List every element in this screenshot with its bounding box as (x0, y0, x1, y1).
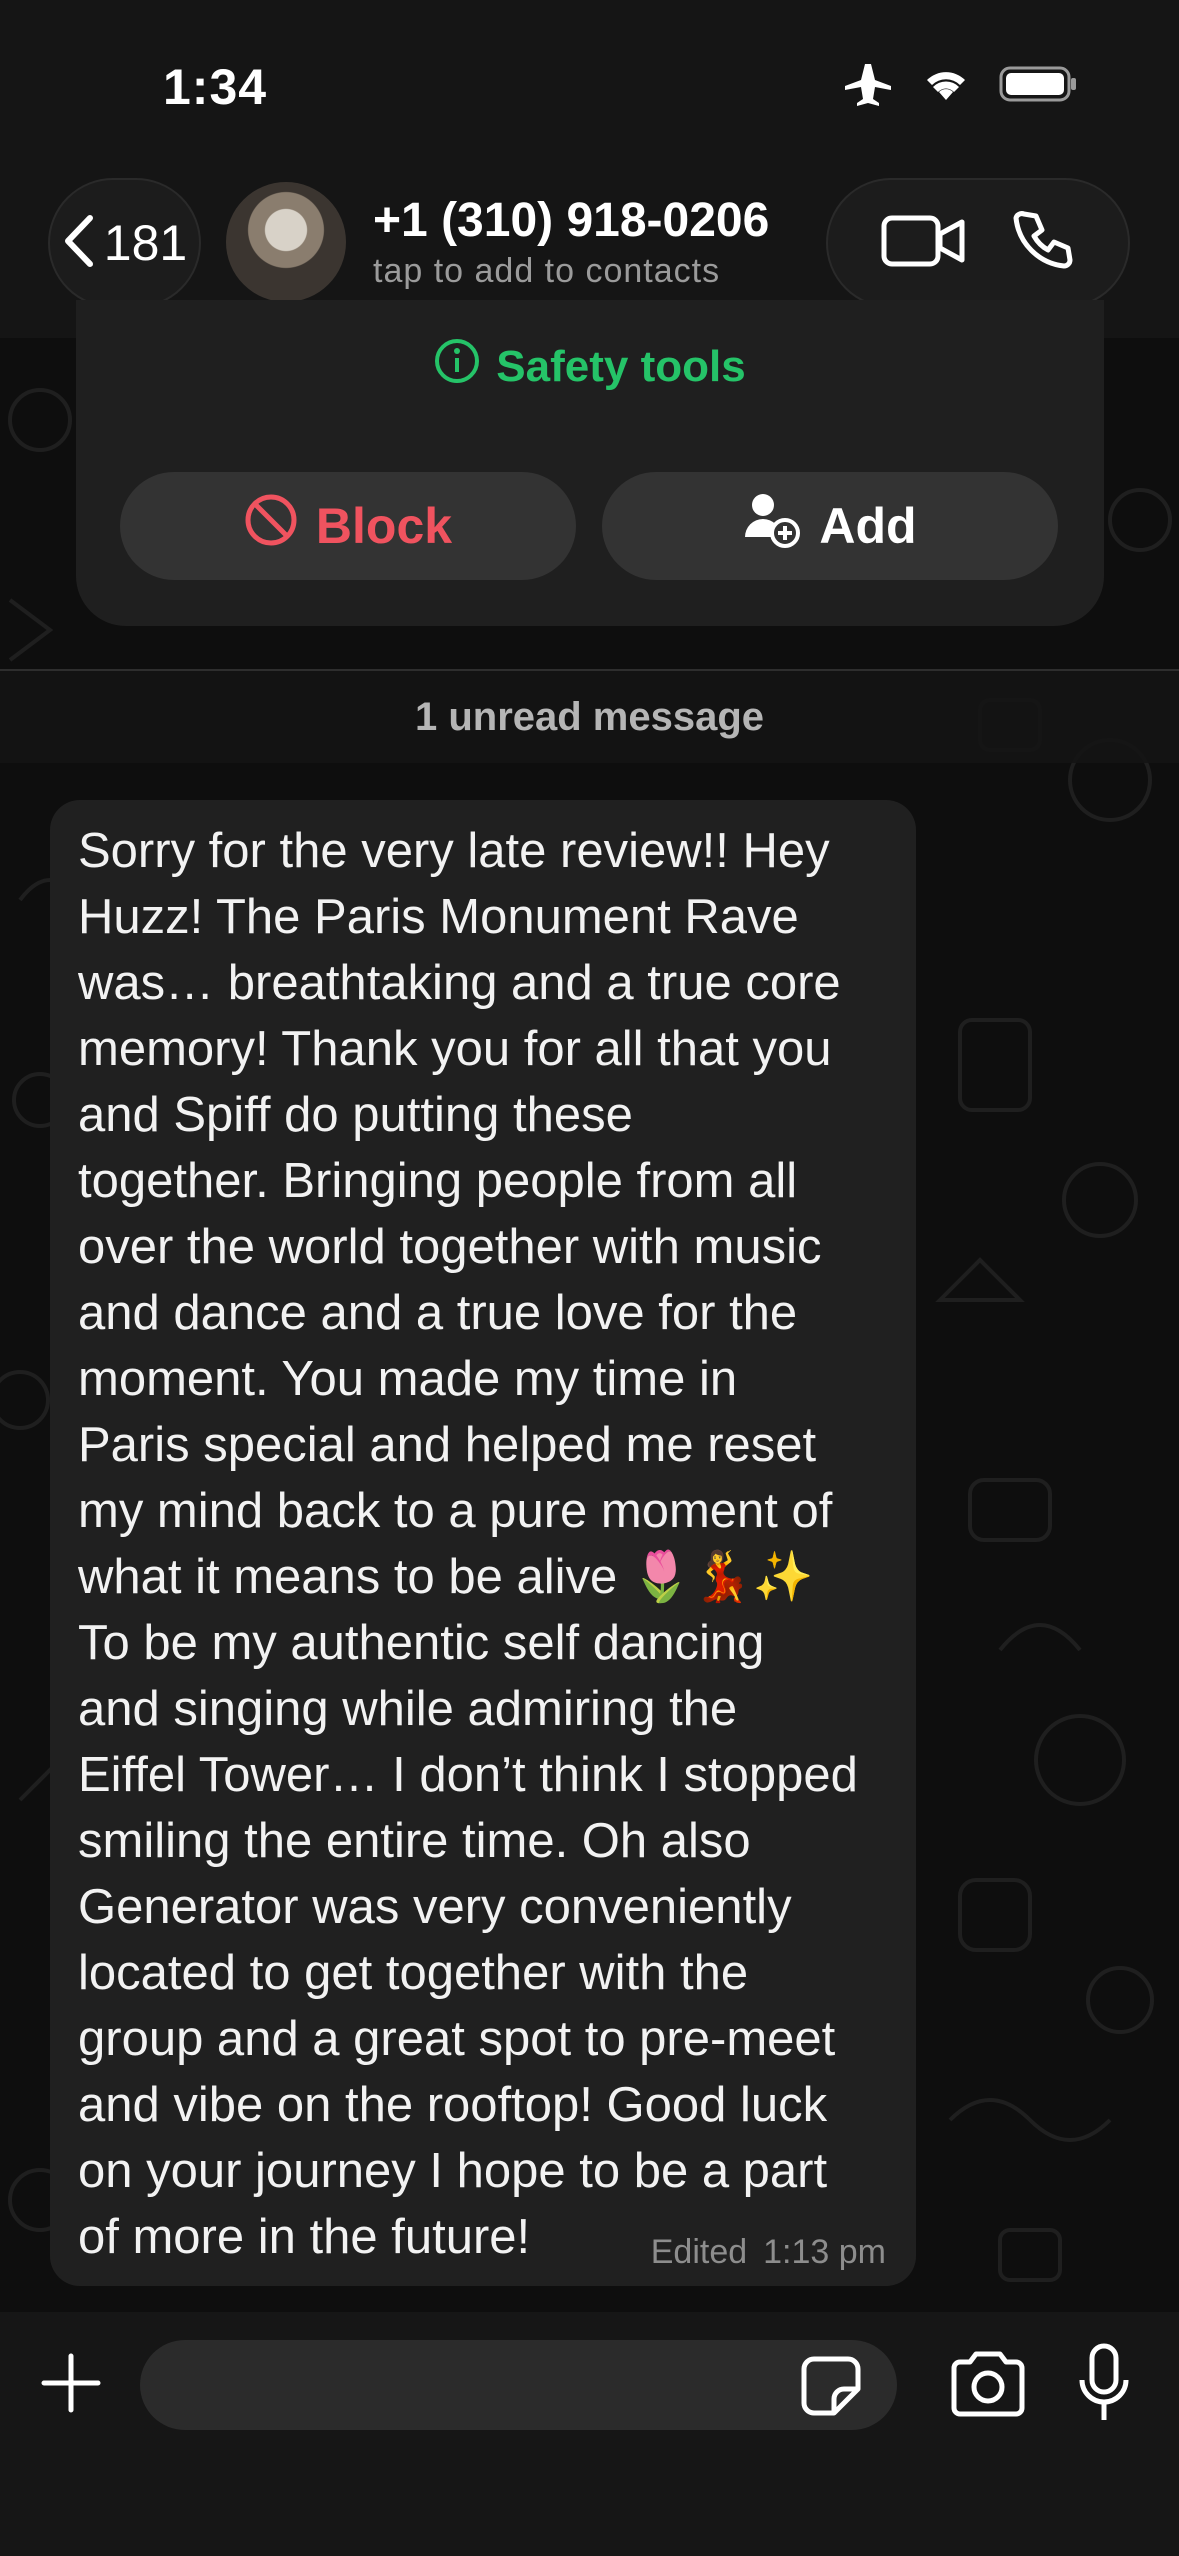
status-time: 1:34 (163, 59, 268, 115)
info-icon (434, 338, 480, 395)
wifi-icon (921, 64, 971, 109)
message-text: Sorry for the very late review!! Hey Huz… (78, 824, 858, 2264)
unread-banner: 1 unread message (0, 671, 1179, 763)
block-button[interactable]: Block (120, 472, 576, 580)
add-contact-button[interactable]: Add (602, 472, 1058, 580)
block-label: Block (315, 498, 453, 554)
message-bubble[interactable]: Sorry for the very late review!! Hey Huz… (50, 800, 916, 2286)
airplane-icon (843, 62, 893, 111)
voice-call-icon[interactable] (1010, 208, 1076, 279)
camera-icon[interactable] (948, 2348, 1028, 2420)
safety-card: Safety tools Block Add (76, 300, 1104, 626)
message-meta: Edited 1:13 pm (651, 2233, 886, 2272)
unread-chats-count: 181 (103, 215, 188, 271)
message-input[interactable] (140, 2340, 897, 2430)
block-icon (244, 493, 298, 559)
battery-icon (999, 64, 1079, 109)
call-actions (826, 178, 1130, 308)
safety-tools-link[interactable]: Safety tools (76, 338, 1104, 395)
contact-number[interactable]: +1 (310) 918-0206 (373, 193, 769, 248)
avatar[interactable] (226, 182, 346, 302)
back-button[interactable]: 181 (48, 178, 201, 308)
status-icons (843, 62, 1079, 111)
contact-subtitle[interactable]: tap to add to contacts (373, 252, 720, 291)
chevron-left-icon (62, 214, 96, 273)
add-label: Add (819, 498, 917, 554)
microphone-icon[interactable] (1076, 2342, 1132, 2426)
add-person-icon (743, 491, 801, 561)
plus-icon[interactable] (38, 2350, 104, 2416)
message-time: 1:13 pm (763, 2233, 886, 2271)
edited-label: Edited (650, 2233, 748, 2271)
safety-tools-label: Safety tools (496, 341, 746, 391)
sticker-icon[interactable] (800, 2355, 862, 2417)
video-call-icon[interactable] (880, 212, 966, 275)
top-bar: 1:34 181 +1 (310) 918-0206 tap to add to… (0, 0, 1179, 338)
